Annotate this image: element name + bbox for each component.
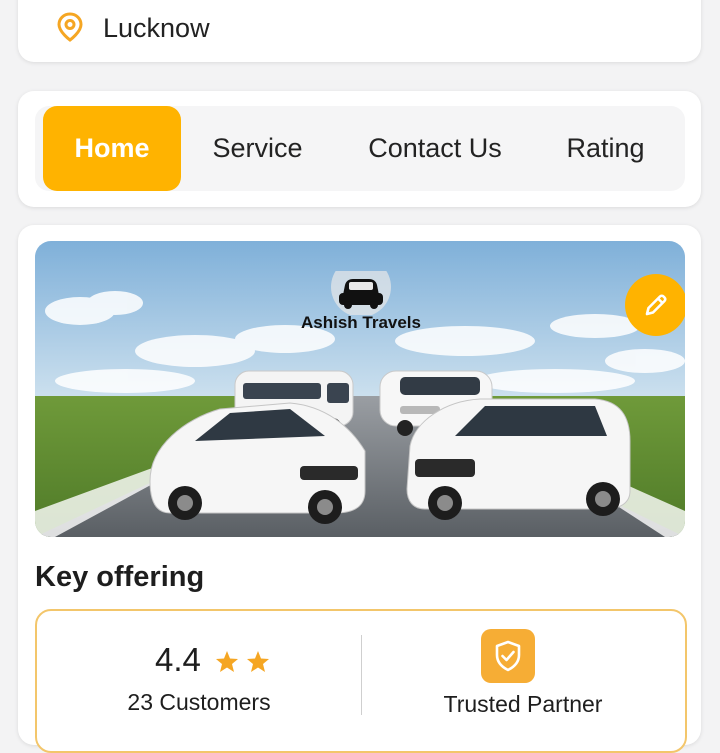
tab-home[interactable]: Home — [43, 106, 181, 191]
star-icon — [247, 651, 269, 672]
key-offering-box: 4.4 23 Customers Trusted Partner — [35, 609, 687, 753]
trusted-partner-label: Trusted Partner — [443, 691, 603, 717]
tab-contact-us[interactable]: Contact Us — [355, 106, 515, 191]
section-title-key-offering: Key offering — [35, 561, 205, 593]
rating-value: 4.4 — [155, 641, 201, 678]
tab-bar: Home Service Contact Us Rating — [35, 106, 685, 191]
rating-stars — [215, 649, 291, 682]
car-logo-icon — [331, 257, 391, 317]
company-logo-text: Ashish Travels — [300, 313, 421, 332]
location-city: Lucknow — [103, 13, 210, 43]
company-logo: Ashish Travels — [293, 257, 429, 341]
business-card: Ashish Travels Key offering 4.4 23 Custo… — [18, 225, 701, 753]
profile-info-card: @g Lucknow — [18, 0, 701, 62]
customer-count: 23 Customers — [127, 689, 271, 715]
pencil-icon — [645, 294, 667, 316]
banner-image: Ashish Travels — [35, 241, 685, 537]
edit-banner-button[interactable] — [625, 274, 685, 336]
tab-rating[interactable]: Rating — [553, 106, 658, 191]
tab-service[interactable]: Service — [195, 106, 320, 191]
star-icon — [216, 651, 238, 672]
nav-card: Home Service Contact Us Rating — [18, 91, 701, 207]
shield-check-icon — [481, 629, 535, 683]
location-pin-icon — [56, 12, 84, 42]
